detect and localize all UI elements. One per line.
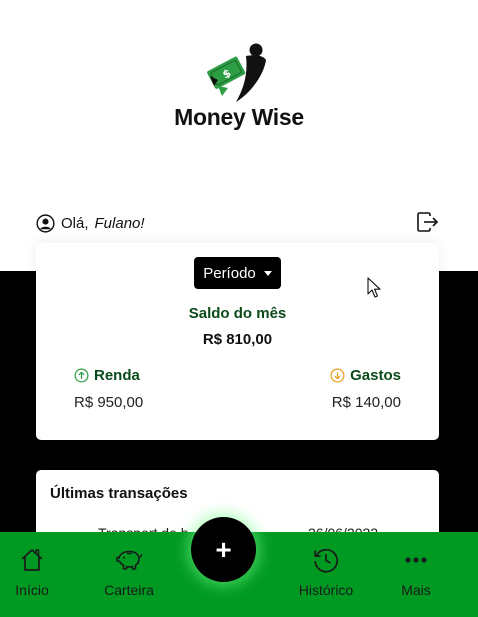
- nav-more[interactable]: Mais: [395, 532, 437, 617]
- recent-transactions-title: Últimas transações: [50, 485, 188, 502]
- period-label: Período: [203, 264, 256, 282]
- caret-down-icon: [263, 270, 272, 276]
- expenses-label-text: Gastos: [350, 367, 401, 384]
- expenses-label: Gastos: [330, 367, 401, 384]
- nav-home-label: Início: [15, 582, 49, 598]
- logout-icon[interactable]: [416, 211, 440, 233]
- add-transaction-button[interactable]: +: [191, 517, 256, 582]
- logo: $ Money Wise: [170, 40, 310, 135]
- period-dropdown-button[interactable]: Período: [194, 257, 281, 289]
- arrow-up-circle-icon: [74, 368, 89, 383]
- user-avatar-icon[interactable]: [36, 213, 55, 233]
- mouse-cursor-icon: [367, 277, 381, 298]
- balance-value: R$ 810,00: [202, 331, 273, 348]
- balance-summary-card: Período Saldo do mês R$ 810,00 Renda R$ …: [36, 243, 439, 440]
- income-label: Renda: [74, 367, 140, 384]
- nav-history[interactable]: Histórico: [290, 532, 362, 617]
- arrow-down-circle-icon: [330, 368, 345, 383]
- piggy-bank-icon: [116, 550, 143, 570]
- plus-icon: +: [215, 533, 232, 565]
- nav-more-label: Mais: [401, 582, 431, 598]
- brand-name: Money Wise: [174, 104, 304, 130]
- income-value: R$ 950,00: [74, 394, 144, 411]
- home-icon: [21, 549, 43, 571]
- user-greeting: Olá, Fulano!: [36, 212, 145, 234]
- more-dots-icon: [405, 557, 427, 563]
- nav-wallet[interactable]: Carteira: [98, 532, 160, 617]
- logo-money-icon: $: [207, 43, 266, 102]
- history-clock-icon: [314, 548, 338, 573]
- nav-wallet-label: Carteira: [104, 582, 154, 598]
- user-name: Fulano!: [94, 214, 145, 232]
- balance-label: Saldo do mês: [188, 305, 287, 322]
- nav-home[interactable]: Início: [8, 532, 56, 617]
- expenses-value: R$ 140,00: [331, 394, 401, 411]
- greeting-text: Olá,: [61, 214, 89, 232]
- nav-history-label: Histórico: [298, 582, 354, 598]
- income-label-text: Renda: [94, 367, 140, 384]
